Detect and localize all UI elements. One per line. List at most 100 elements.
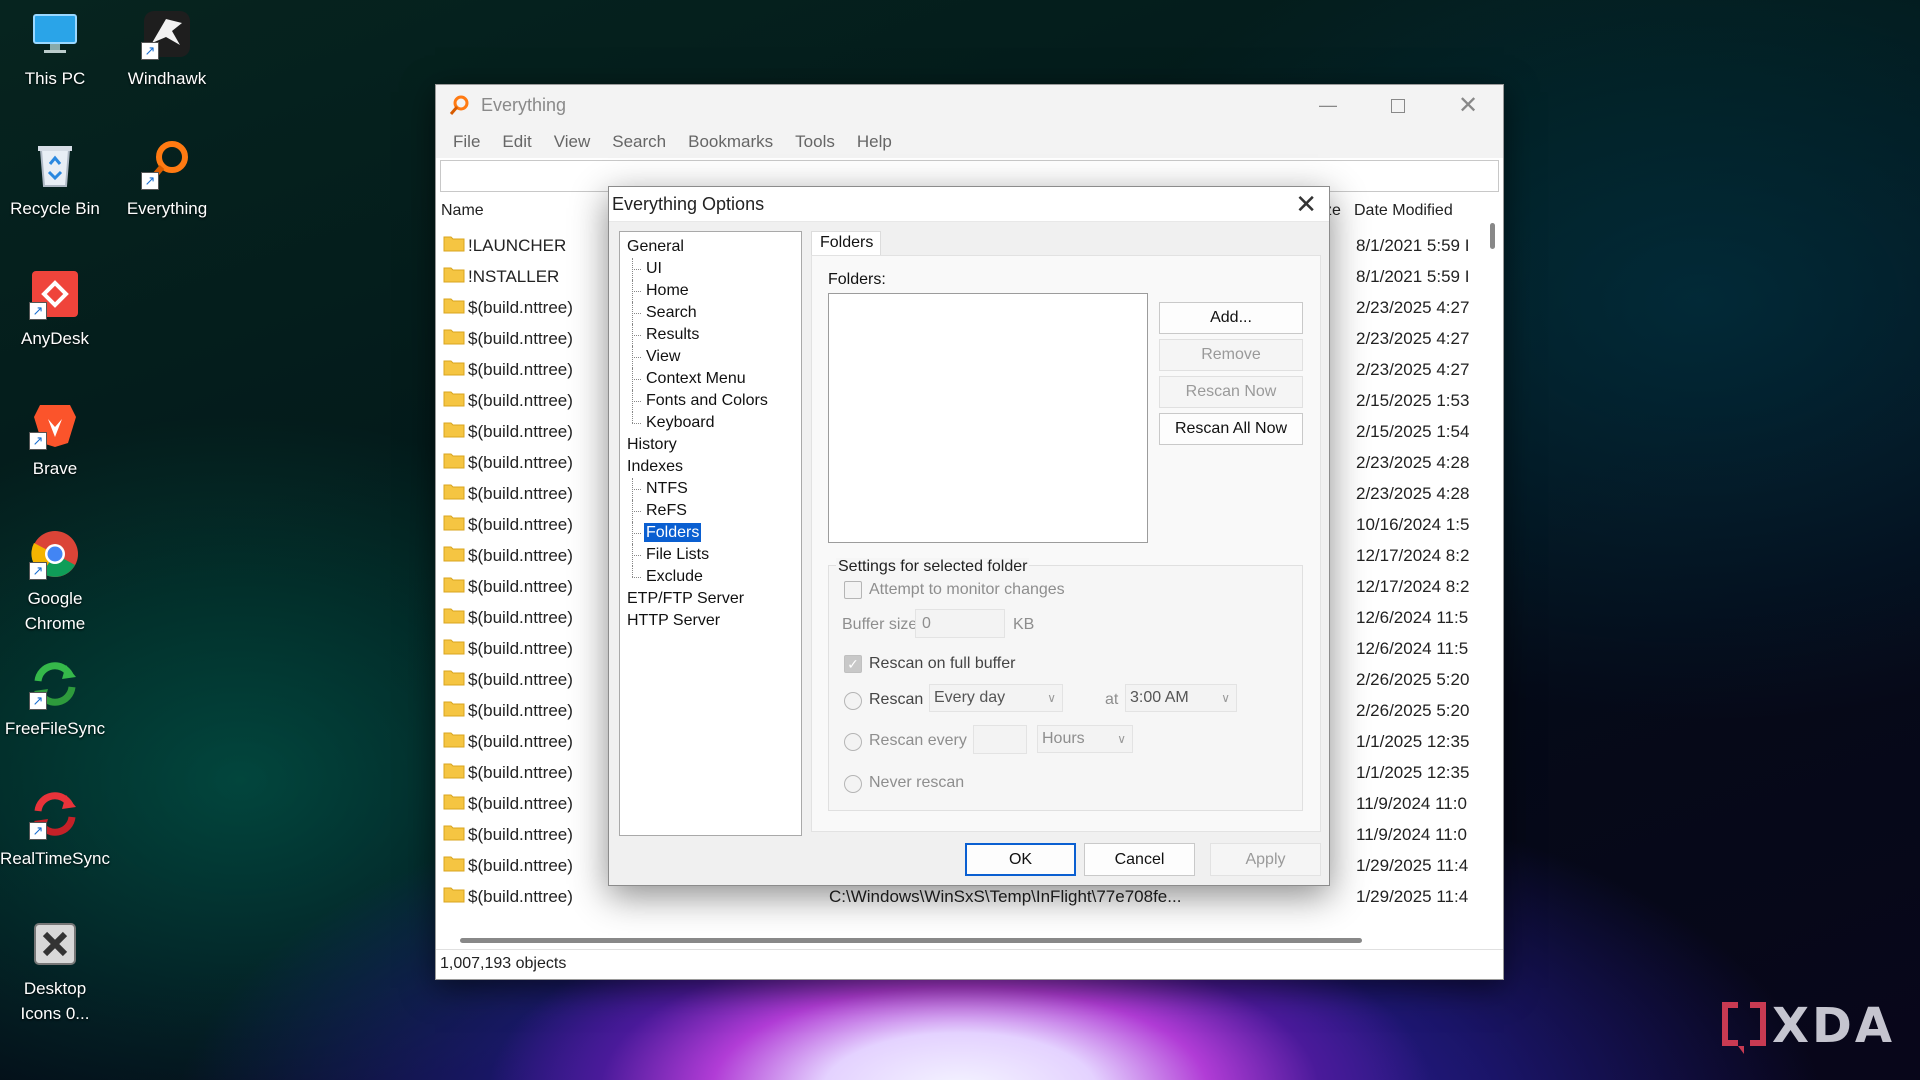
menu-file[interactable]: File <box>442 132 491 152</box>
rescan-all-now-button[interactable]: Rescan All Now <box>1159 413 1303 445</box>
horizontal-scrollbar[interactable] <box>460 938 1362 943</box>
dialog-close-button[interactable]: ✕ <box>1295 190 1317 218</box>
file-date-modified: 11/9/2024 11:0 <box>1356 825 1467 844</box>
file-name: $(build.nttree) <box>468 825 573 844</box>
add-folder-button[interactable]: Add... <box>1159 302 1303 334</box>
tree-item-label: Fonts and Colors <box>646 392 768 409</box>
file-date-modified: 12/17/2024 8:2 <box>1356 577 1470 596</box>
desktop-icon-realtimesync[interactable]: ↗ RealTimeSync <box>0 788 110 871</box>
menu-search[interactable]: Search <box>601 132 677 152</box>
close-button[interactable]: ✕ <box>1433 85 1503 126</box>
tree-item-context-menu[interactable]: Context Menu <box>620 368 801 390</box>
vertical-scrollbar[interactable] <box>1490 223 1495 249</box>
tree-item-keyboard[interactable]: Keyboard <box>620 412 801 434</box>
tree-item-label: NTFS <box>646 480 688 497</box>
apply-button[interactable]: Apply <box>1210 843 1321 876</box>
shortcut-arrow-icon: ↗ <box>141 172 159 190</box>
desktop-icon-google-chrome[interactable]: ↗ Google Chrome <box>0 528 110 636</box>
rescan-time-select[interactable]: 3:00 AM ∨ <box>1125 684 1237 712</box>
dialog-title-bar[interactable]: Everything Options ✕ <box>609 187 1329 222</box>
folder-icon <box>443 794 465 810</box>
file-name: $(build.nttree) <box>468 453 573 472</box>
folders-listbox[interactable] <box>828 293 1148 543</box>
rescan-time-value: 3:00 AM <box>1130 689 1189 706</box>
rescan-every-radio[interactable] <box>844 733 862 751</box>
buffer-size-input[interactable]: 0 <box>915 609 1005 638</box>
menu-help[interactable]: Help <box>846 132 903 152</box>
brave-lion-icon: ↗ <box>29 398 81 450</box>
rescan-every-label: Rescan every <box>869 732 967 749</box>
tree-item-home[interactable]: Home <box>620 280 801 302</box>
window-title: Everything <box>481 95 567 115</box>
desktop-icon-label: This PC <box>24 69 86 88</box>
tree-item-search[interactable]: Search <box>620 302 801 324</box>
remove-folder-button[interactable]: Remove <box>1159 339 1303 371</box>
tree-item-etp-ftp-server[interactable]: ETP/FTP Server <box>620 588 801 610</box>
title-bar[interactable]: Everything — ✕ <box>436 85 1503 126</box>
desktop-icon-windhawk[interactable]: ↗ Windhawk <box>112 8 222 91</box>
desktop-icon-anydesk[interactable]: ↗ AnyDesk <box>0 268 110 351</box>
desktop-icon-freefilesync[interactable]: ↗ FreeFileSync <box>0 658 110 741</box>
tree-item-history[interactable]: History <box>620 434 801 456</box>
rescan-frequency-select[interactable]: Every day ∨ <box>929 684 1063 712</box>
tree-item-ui[interactable]: UI <box>620 258 801 280</box>
ok-button[interactable]: OK <box>965 843 1076 876</box>
rescan-every-input[interactable] <box>973 725 1027 754</box>
tree-item-exclude[interactable]: Exclude <box>620 566 801 588</box>
shortcut-arrow-icon: ↗ <box>29 692 47 710</box>
tree-item-folders[interactable]: Folders <box>620 522 801 544</box>
file-name: $(build.nttree) <box>468 577 573 596</box>
tree-item-results[interactable]: Results <box>620 324 801 346</box>
desktop-icon-everything[interactable]: ↗ Everything <box>112 138 222 221</box>
menu-view[interactable]: View <box>543 132 602 152</box>
tree-item-indexes[interactable]: Indexes <box>620 456 801 478</box>
monitor-changes-checkbox[interactable] <box>844 581 862 599</box>
cancel-button[interactable]: Cancel <box>1084 843 1195 876</box>
folder-icon <box>443 453 465 469</box>
maximize-icon <box>1391 98 1405 113</box>
maximize-button[interactable] <box>1363 85 1433 126</box>
tree-item-general[interactable]: General <box>620 236 801 258</box>
rescan-full-buffer-checkbox[interactable]: ✓ <box>844 655 862 673</box>
desktop-icon-desktop-icons[interactable]: Desktop Icons 0... <box>0 918 110 1026</box>
file-date-modified: 2/23/2025 4:28 <box>1356 484 1470 503</box>
folder-icon <box>443 732 465 748</box>
never-rescan-radio[interactable] <box>844 775 862 793</box>
menu-tools[interactable]: Tools <box>784 132 846 152</box>
selected-folder-settings-group: Settings for selected folder Attempt to … <box>828 558 1303 811</box>
rescan-radio[interactable] <box>844 692 862 710</box>
rescan-now-button[interactable]: Rescan Now <box>1159 376 1303 408</box>
file-date-modified: 2/15/2025 1:53 <box>1356 391 1470 410</box>
desktop-icon-brave[interactable]: ↗ Brave <box>0 398 110 481</box>
realtime-sync-icon: ↗ <box>29 788 81 840</box>
column-header-name[interactable]: Name <box>441 202 484 220</box>
file-path: C:\Windows\WinSxS\Temp\InFlight\77e708fe… <box>829 887 1182 906</box>
everything-search-icon: ↗ <box>141 138 193 190</box>
object-count: 1,007,193 objects <box>440 955 567 972</box>
folder-icon <box>443 484 465 500</box>
column-header-date-modified[interactable]: Date Modified <box>1354 202 1453 220</box>
tree-item-http-server[interactable]: HTTP Server <box>620 610 801 632</box>
chrome-icon: ↗ <box>29 528 81 580</box>
menu-bookmarks[interactable]: Bookmarks <box>677 132 784 152</box>
minimize-button[interactable]: — <box>1293 85 1363 126</box>
tree-item-view[interactable]: View <box>620 346 801 368</box>
file-name: $(build.nttree) <box>468 670 573 689</box>
file-date-modified: 8/1/2021 5:59 I <box>1356 267 1470 286</box>
file-date-modified: 1/29/2025 11:4 <box>1356 856 1469 875</box>
tree-item-fonts-and-colors[interactable]: Fonts and Colors <box>620 390 801 412</box>
file-row[interactable]: $(build.nttree) C:\Windows\WinSxS\Temp\In… <box>436 882 1485 913</box>
tree-item-label: Folders <box>644 523 702 542</box>
desktop-icon-this-pc[interactable]: This PC <box>0 8 110 91</box>
tree-item-refs[interactable]: ReFS <box>620 500 801 522</box>
shortcut-arrow-icon: ↗ <box>29 822 47 840</box>
recycle-bin-icon <box>29 138 81 190</box>
rescan-every-unit-select[interactable]: Hours ∨ <box>1037 725 1133 753</box>
tree-item-ntfs[interactable]: NTFS <box>620 478 801 500</box>
desktop-icon-recycle-bin[interactable]: Recycle Bin <box>0 138 110 221</box>
menu-edit[interactable]: Edit <box>491 132 542 152</box>
tab-folders[interactable]: Folders <box>811 231 881 256</box>
desktop-icon-label: Brave <box>32 459 78 478</box>
tree-item-label: History <box>627 436 677 453</box>
tree-item-file-lists[interactable]: File Lists <box>620 544 801 566</box>
